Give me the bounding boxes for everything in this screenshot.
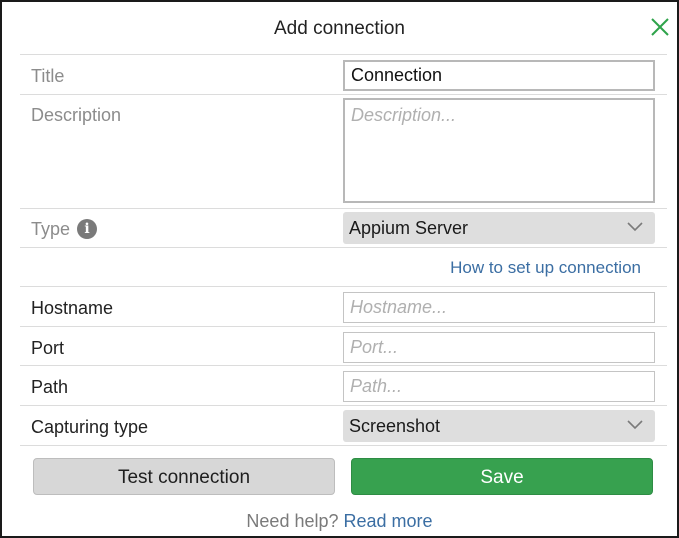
how-to-setup-link[interactable]: How to set up connection [450, 257, 641, 279]
description-textarea[interactable] [343, 98, 655, 203]
description-row: Description [20, 94, 667, 208]
title-row: Title [20, 54, 667, 94]
title-label: Title [31, 66, 65, 86]
capturing-type-label: Capturing type [31, 417, 149, 437]
hostname-label: Hostname [31, 298, 114, 318]
divider [20, 445, 667, 446]
close-icon[interactable] [649, 16, 671, 38]
title-input[interactable] [343, 60, 655, 91]
test-connection-button[interactable]: Test connection [33, 458, 335, 495]
type-select-value: Appium Server [349, 218, 469, 238]
chevron-down-icon [627, 222, 643, 232]
path-input[interactable] [343, 371, 655, 402]
chevron-down-icon [627, 420, 643, 430]
type-row: Type i Appium Server [20, 208, 667, 247]
path-row: Path [20, 365, 667, 405]
description-label: Description [31, 105, 122, 125]
need-help-text: Need help? [246, 511, 339, 531]
capturing-type-select-value: Screenshot [349, 416, 441, 436]
port-input[interactable] [343, 332, 655, 363]
read-more-link[interactable]: Read more [344, 511, 433, 531]
port-label: Port [31, 338, 65, 358]
add-connection-dialog: Add connection Title Description Type i … [0, 0, 679, 538]
info-icon[interactable]: i [77, 219, 97, 239]
help-footer: Need help? Read more [2, 510, 677, 532]
save-button[interactable]: Save [351, 458, 653, 495]
hostname-input[interactable] [343, 292, 655, 323]
type-select[interactable]: Appium Server [343, 212, 655, 244]
type-label: Type [31, 219, 71, 239]
capturing-type-select[interactable]: Screenshot [343, 410, 655, 442]
dialog-title: Add connection [274, 18, 405, 39]
capturing-type-row: Capturing type Screenshot [20, 405, 667, 445]
hostname-row: Hostname [20, 286, 667, 326]
port-row: Port [20, 326, 667, 365]
help-link-row: How to set up connection [20, 247, 667, 286]
path-label: Path [31, 377, 69, 397]
